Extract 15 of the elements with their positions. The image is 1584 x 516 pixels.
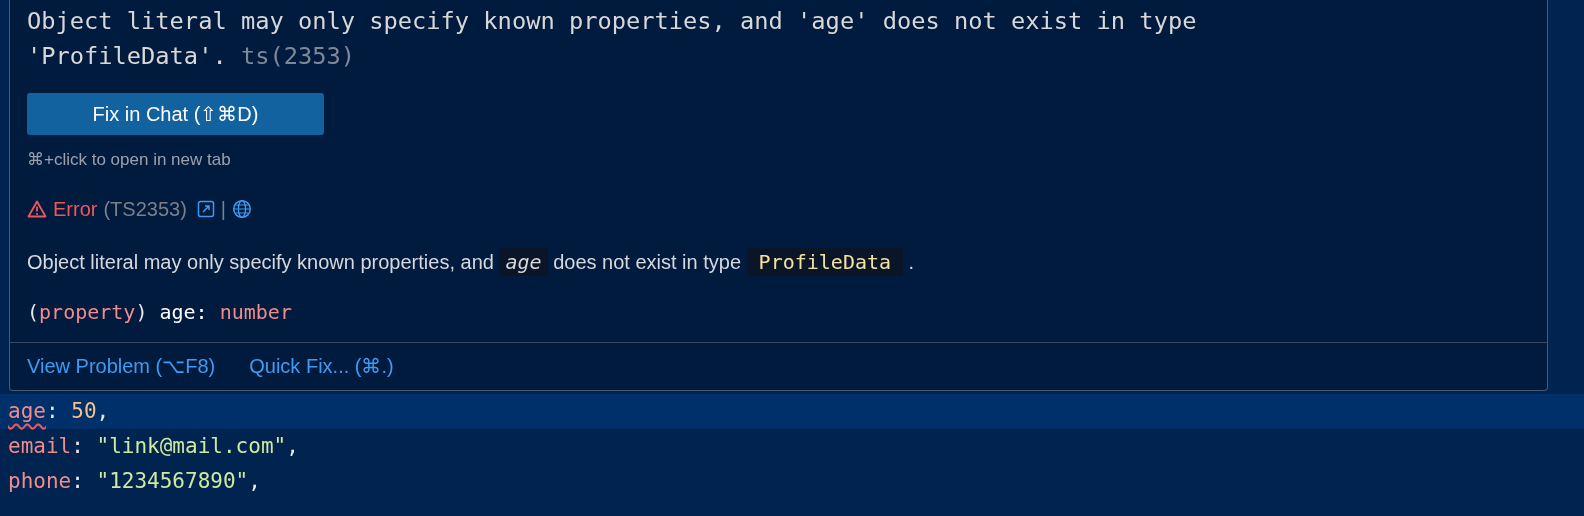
external-link-icon[interactable] — [196, 200, 215, 218]
error-message: Object literal may only specify known properties, and 'age' does not exist in type 'ProfileData'. ts(2353) — [27, 6, 1198, 72]
error-code: (TS2353) — [103, 197, 187, 221]
description-text: Object literal may only specify known properties, and age does not exist in type ProfileData . — [27, 247, 916, 278]
error-label: Error — [53, 197, 98, 221]
code-line: phone: "1234567890", — [7, 468, 262, 495]
type-signature: (property) age: number — [27, 299, 292, 326]
separator: | — [220, 197, 227, 221]
code-line: email: "link@mail.com", — [7, 433, 300, 460]
action-link[interactable]: Quick Fix... (⌘.) — [249, 352, 394, 380]
globe-icon[interactable] — [232, 199, 253, 219]
action-link[interactable]: View Problem (⌥F8) — [27, 352, 216, 380]
hint-text: ⌘+click to open in new tab — [27, 149, 231, 170]
warning-icon — [27, 200, 47, 218]
fix-in-chat-button[interactable]: Fix in Chat (⇧⌘D) — [27, 93, 324, 135]
